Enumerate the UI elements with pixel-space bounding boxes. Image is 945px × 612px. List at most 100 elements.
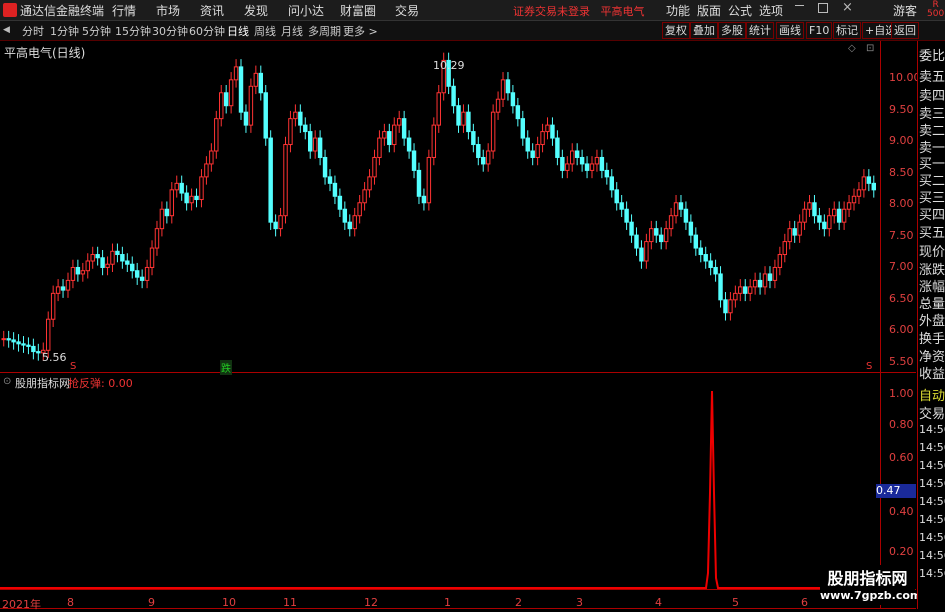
period-1min[interactable]: 1分钟 (50, 23, 79, 39)
candle-body (797, 221, 802, 236)
guest-user[interactable]: 游客 (893, 2, 917, 19)
period-5min[interactable]: 5分钟 (82, 23, 111, 39)
btn-biaoji[interactable]: 标记 (833, 22, 861, 39)
candle-body (130, 263, 135, 272)
period-15min[interactable]: 15分钟 (115, 23, 151, 39)
tick-time: 14:56 (919, 513, 945, 526)
menu-caifuquan[interactable]: 财富圈 (340, 2, 376, 19)
candle-body (377, 137, 382, 158)
period-fenshi[interactable]: 分时 (22, 23, 44, 39)
menu-gongneng[interactable]: 功能 (666, 2, 690, 19)
close-icon[interactable]: × (842, 0, 853, 15)
menu-hangqing[interactable]: 行情 (112, 2, 136, 19)
menu-gongshi[interactable]: 公式 (728, 2, 752, 19)
collapse-left-icon[interactable]: ◀ (3, 25, 10, 35)
menu-shichang[interactable]: 市场 (156, 2, 180, 19)
candle-body (387, 131, 392, 146)
period-multi[interactable]: 多周期 (308, 23, 341, 39)
x-tick: 4 (655, 596, 662, 609)
candle-body (505, 79, 511, 94)
y-tick: 10.00 (889, 71, 921, 84)
maximize-icon[interactable] (818, 3, 828, 13)
candle-body (184, 192, 189, 204)
candle-body (55, 286, 61, 294)
trade-login-notice[interactable]: 证券交易未登录 平高电气 (513, 3, 645, 19)
candle-body (584, 163, 590, 171)
candle-body (327, 176, 333, 184)
candle-body (303, 124, 308, 133)
candle-body (268, 137, 273, 223)
panel-weibi[interactable]: 委比 (919, 45, 945, 64)
trade-label[interactable]: 交易 (919, 403, 945, 422)
period-30min[interactable]: 30分钟 (152, 23, 188, 39)
candle-body (11, 339, 16, 343)
period-monthly[interactable]: 月线 (281, 23, 303, 39)
menu-zixun[interactable]: 资讯 (200, 2, 224, 19)
panel-turnover[interactable]: 换手 (919, 328, 945, 347)
candle-body (421, 195, 427, 204)
btn-f10[interactable]: F10 (806, 22, 833, 39)
candle-body (36, 351, 41, 354)
candle-body (461, 111, 466, 126)
candle-body (629, 221, 634, 236)
y-tick: 5.50 (889, 355, 914, 368)
period-60min[interactable]: 60分钟 (189, 23, 225, 39)
y-tick: 8.00 (889, 197, 914, 210)
app-logo-icon (3, 3, 17, 17)
candle-body (693, 234, 699, 249)
candle-body (649, 228, 654, 243)
x-tick: 10 (222, 596, 236, 609)
candle-body (654, 228, 659, 236)
y-tick: 9.00 (889, 134, 914, 147)
candle-body (490, 111, 496, 152)
candle-body (579, 156, 585, 165)
candle-body (115, 250, 120, 256)
menu-faxian[interactable]: 发现 (244, 2, 268, 19)
btn-fuquan[interactable]: 复权 (662, 22, 690, 39)
panel-buy5[interactable]: 买五 (919, 222, 945, 241)
candle-body (144, 266, 150, 281)
candle-body (698, 247, 703, 256)
btn-fanhui[interactable]: 返回 (891, 22, 919, 39)
menu-xuanxiang[interactable]: 选项 (759, 2, 783, 19)
panel-outer[interactable]: 外盘 (919, 310, 945, 329)
btn-diejia[interactable]: 叠加 (690, 22, 718, 39)
candle-body (317, 137, 323, 158)
panel-price[interactable]: 现价 (919, 241, 945, 260)
x-tick: 6 (801, 596, 808, 609)
candle-body (426, 156, 432, 204)
candle-body (362, 189, 367, 204)
candle-body (352, 215, 357, 230)
tick-time: 14:56 (919, 423, 945, 436)
candle-body (703, 254, 708, 262)
candle-body (836, 208, 842, 223)
panel-buy4[interactable]: 买四 (919, 204, 945, 223)
period-daily[interactable]: 日线 (227, 23, 249, 39)
panel-earnings[interactable]: 收益 (919, 363, 945, 382)
btn-duogu[interactable]: 多股 (718, 22, 746, 39)
btn-huaxian[interactable]: 画线 (776, 22, 804, 39)
candle-body (120, 254, 125, 262)
sub-y-tick: 0.80 (889, 418, 914, 431)
period-more[interactable]: 更多 > (343, 23, 378, 39)
candle-body (21, 343, 26, 346)
menu-wenxiaoda[interactable]: 问小达 (288, 2, 324, 19)
candle-body (60, 286, 66, 291)
minimize-icon[interactable] (795, 5, 804, 6)
menu-jiaoyi[interactable]: 交易 (395, 2, 419, 19)
tick-time: 14:56 (919, 531, 945, 544)
candle-body (243, 111, 249, 126)
candle-body (560, 156, 565, 171)
btn-tongji[interactable]: 统计 (746, 22, 774, 39)
panel-sell4[interactable]: 卖四 (919, 85, 945, 104)
tick-time: 14:56 (919, 477, 945, 490)
r-indicator: R 500 (927, 0, 945, 19)
menu-banmian[interactable]: 版面 (697, 2, 721, 19)
panel-sell5[interactable]: 卖五 (919, 66, 945, 85)
candle-body (500, 79, 506, 100)
auto-trade-toggle[interactable]: 自动 (919, 385, 945, 404)
period-weekly[interactable]: 周线 (254, 23, 276, 39)
candle-body (723, 299, 728, 314)
candle-body (752, 279, 758, 288)
candle-body (614, 189, 619, 204)
